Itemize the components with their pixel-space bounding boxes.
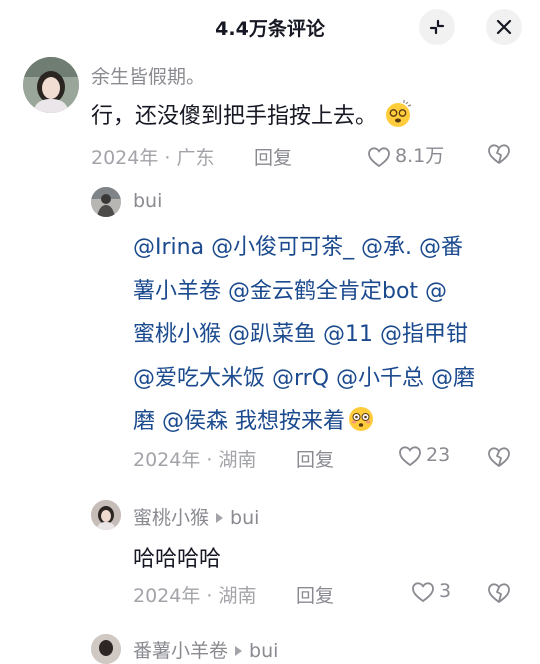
comment-date: 2024年 <box>91 147 159 169</box>
flushed-face-emoji <box>349 407 373 431</box>
comment-username[interactable]: 番薯小羊卷 <box>133 640 228 662</box>
like-count: 8.1万 <box>395 145 445 167</box>
comment-meta: 2024年 · 湖南 <box>133 581 257 608</box>
comment-date: 2024年 <box>133 449 201 471</box>
dislike-heart-icon <box>488 447 510 467</box>
heart-icon <box>368 146 390 167</box>
arrow-right-icon <box>235 645 243 656</box>
close-icon <box>496 19 512 35</box>
reply-button[interactable]: 回复 <box>296 445 334 472</box>
comment-username[interactable]: 蜜桃小猴 <box>133 507 209 529</box>
comment-text: 行，还没傻到把手指按上去。 <box>91 98 412 130</box>
comment-location: 湖南 <box>218 585 257 607</box>
avatar[interactable] <box>91 500 121 530</box>
reply-to-username[interactable]: bui <box>230 507 259 529</box>
heart-icon <box>399 445 421 466</box>
reply-button[interactable]: 回复 <box>254 143 292 170</box>
face-with-spiral-eyes-emoji <box>386 100 412 127</box>
comments-header: 4.4万条评论 <box>0 0 540 52</box>
comment-text-line: 蜜桃小猴 @趴菜鱼 @11 @指甲钳 <box>133 322 468 347</box>
comment-location: 湖南 <box>218 449 257 471</box>
shrink-icon <box>429 19 445 35</box>
dislike-button[interactable] <box>486 143 512 169</box>
meta-separator: · <box>200 585 219 607</box>
dislike-heart-icon <box>488 144 510 164</box>
reply-to-username[interactable]: bui <box>249 640 278 662</box>
comment-text-line: 薯小羊卷 @金云鹤全肯定bot @ <box>133 278 448 304</box>
comment-text-content: 磨 @侯森 我想按来着 <box>133 409 345 434</box>
heart-icon <box>412 581 434 602</box>
comment-date: 2024年 <box>133 585 201 607</box>
comment-text-line-last: 磨 @侯森 我想按来着 <box>133 400 533 444</box>
dislike-heart-icon <box>488 583 510 603</box>
comment-meta: 2024年 · 广东 <box>91 143 215 170</box>
comment-meta: 2024年 · 湖南 <box>133 445 257 472</box>
shrink-button[interactable] <box>419 9 455 45</box>
avatar[interactable] <box>91 634 121 664</box>
comment-username[interactable]: bui <box>133 190 162 212</box>
reply-button[interactable]: 回复 <box>296 581 334 608</box>
comment-text: 哈哈哈哈 <box>133 547 222 572</box>
like-button[interactable]: 3 <box>411 580 451 606</box>
like-button[interactable]: 8.1万 <box>367 141 444 167</box>
like-button[interactable]: 23 <box>398 444 450 470</box>
comment-text-line: @Irina @小俊可可茶_ @承. @番 <box>133 235 464 260</box>
comment-text-line: @爱吃大米饭 @rrQ @小千总 @磨 <box>133 365 475 391</box>
close-button[interactable] <box>486 9 522 45</box>
comment-location: 广东 <box>176 147 215 169</box>
avatar[interactable] <box>23 57 79 113</box>
comment-count-title: 4.4万条评论 <box>215 18 325 40</box>
meta-separator: · <box>200 449 219 471</box>
reply-header: 蜜桃小猴 bui <box>133 503 259 530</box>
like-count: 3 <box>439 580 452 602</box>
dislike-button[interactable] <box>486 446 512 472</box>
like-count: 23 <box>426 444 451 466</box>
comment-text: @Irina @小俊可可茶_ @承. @番 薯小羊卷 @金云鹤全肯定bot @ … <box>133 226 533 444</box>
comment-username[interactable]: 余生皆假期。 <box>91 62 205 89</box>
arrow-right-icon <box>216 512 224 523</box>
avatar[interactable] <box>91 187 121 217</box>
reply-header: 番薯小羊卷 bui <box>133 636 278 663</box>
comment-text-content: 行，还没傻到把手指按上去。 <box>91 104 378 129</box>
dislike-button[interactable] <box>486 582 512 608</box>
meta-separator: · <box>158 147 177 169</box>
